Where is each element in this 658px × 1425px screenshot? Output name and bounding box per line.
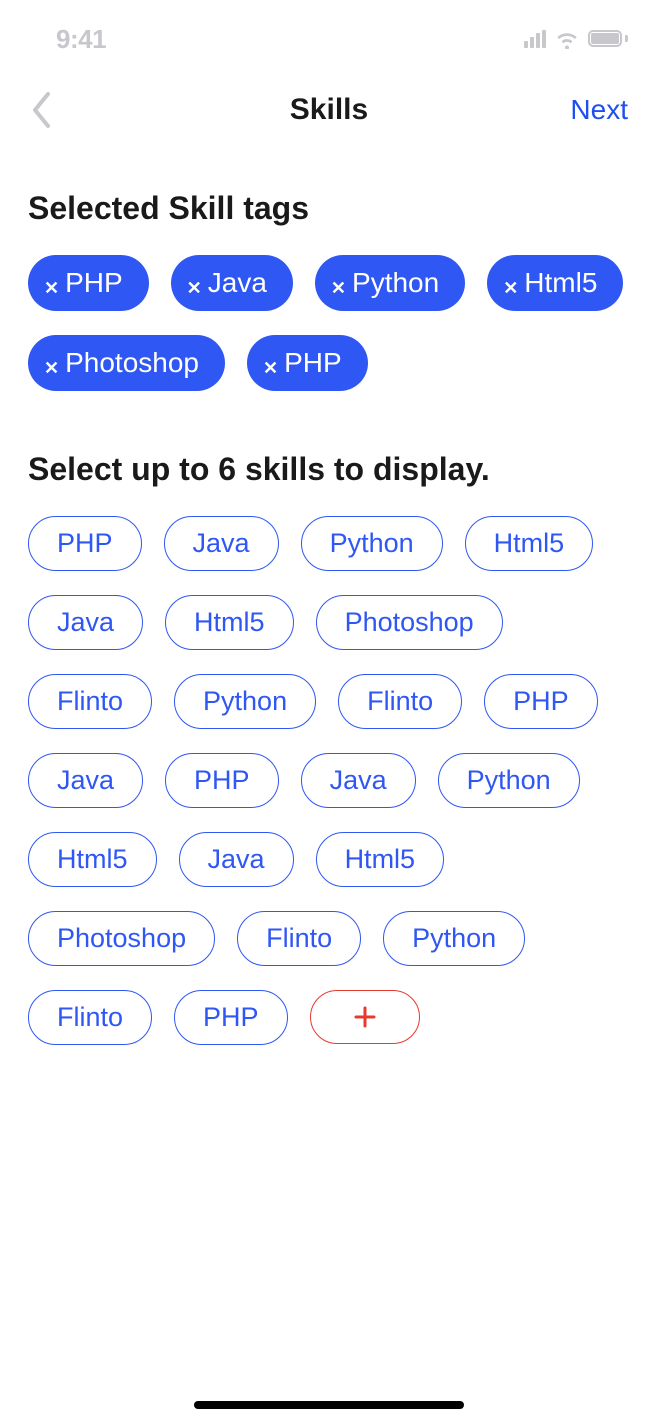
selected-skill-chip[interactable]: ✕ Java	[171, 255, 293, 311]
available-skill-chip[interactable]: Python	[383, 911, 525, 966]
available-skill-chip[interactable]: Java	[28, 595, 143, 650]
skill-chip-label: PHP	[284, 349, 342, 377]
available-skill-chip[interactable]: Flinto	[338, 674, 462, 729]
skill-chip-label: Python	[412, 925, 496, 952]
skill-chip-label: Java	[208, 269, 267, 297]
remove-icon: ✕	[44, 359, 59, 377]
skill-chip-label: PHP	[57, 530, 113, 557]
skill-chip-label: PHP	[65, 269, 123, 297]
available-skill-chip[interactable]: Java	[28, 753, 143, 808]
skill-chip-label: Python	[467, 767, 551, 794]
available-skill-chip[interactable]: Html5	[316, 832, 445, 887]
status-icons	[524, 29, 628, 49]
cellular-signal-icon	[524, 30, 546, 48]
available-skill-chip[interactable]: Java	[164, 516, 279, 571]
status-time: 9:41	[56, 24, 106, 55]
selected-skill-chip[interactable]: ✕ PHP	[247, 335, 368, 391]
skill-chip-label: PHP	[513, 688, 569, 715]
available-skill-chip[interactable]: Python	[174, 674, 316, 729]
selected-skills-list: ✕ PHP ✕ Java ✕ Python ✕ Html5 ✕ Photoshop ✕ PHP	[28, 255, 630, 391]
skill-chip-label: Html5	[494, 530, 565, 557]
remove-icon: ✕	[503, 279, 518, 297]
page-title: Skills	[290, 93, 368, 127]
skill-chip-label: Flinto	[367, 688, 433, 715]
status-bar: 9:41	[0, 0, 658, 60]
plus-icon	[354, 1006, 376, 1028]
selected-skill-chip[interactable]: ✕ Html5	[487, 255, 623, 311]
available-skill-chip[interactable]: Flinto	[237, 911, 361, 966]
wifi-icon	[554, 29, 580, 49]
skill-chip-label: PHP	[203, 1004, 259, 1031]
skill-chip-label: Flinto	[57, 688, 123, 715]
available-skill-chip[interactable]: Html5	[28, 832, 157, 887]
available-skill-chip[interactable]: PHP	[28, 516, 142, 571]
selected-skills-heading: Selected Skill tags	[28, 190, 630, 227]
available-skill-chip[interactable]: PHP	[174, 990, 288, 1045]
available-skill-chip[interactable]: Photoshop	[316, 595, 503, 650]
skill-chip-label: Photoshop	[57, 925, 186, 952]
selected-skill-chip[interactable]: ✕ Photoshop	[28, 335, 225, 391]
skill-chip-label: Java	[330, 767, 387, 794]
skill-chip-label: Flinto	[57, 1004, 123, 1031]
remove-icon: ✕	[44, 279, 59, 297]
available-skills-list: PHP Java Python Html5 Java Html5 Photoshop Flin…	[28, 516, 630, 1045]
skill-chip-label: Java	[57, 609, 114, 636]
available-skill-chip[interactable]: Html5	[465, 516, 594, 571]
available-skill-chip[interactable]: Flinto	[28, 990, 152, 1045]
skill-chip-label: Flinto	[266, 925, 332, 952]
available-skill-chip[interactable]: Html5	[165, 595, 294, 650]
available-skill-chip[interactable]: Flinto	[28, 674, 152, 729]
skill-chip-label: Photoshop	[345, 609, 474, 636]
skill-chip-label: PHP	[194, 767, 250, 794]
skill-chip-label: Java	[208, 846, 265, 873]
skill-chip-label: Photoshop	[65, 349, 199, 377]
selected-skill-chip[interactable]: ✕ Python	[315, 255, 465, 311]
remove-icon: ✕	[331, 279, 346, 297]
skill-chip-label: Python	[330, 530, 414, 557]
skill-chip-label: Java	[57, 767, 114, 794]
selected-skill-chip[interactable]: ✕ PHP	[28, 255, 149, 311]
available-skill-chip[interactable]: PHP	[165, 753, 279, 808]
skill-chip-label: Html5	[345, 846, 416, 873]
remove-icon: ✕	[263, 359, 278, 377]
available-skills-heading: Select up to 6 skills to display.	[28, 451, 630, 488]
skill-chip-label: Python	[352, 269, 439, 297]
available-skill-chip[interactable]: PHP	[484, 674, 598, 729]
nav-bar: Skills Next	[0, 60, 658, 150]
skill-chip-label: Html5	[524, 269, 597, 297]
home-indicator[interactable]	[194, 1401, 464, 1409]
available-skill-chip[interactable]: Python	[438, 753, 580, 808]
add-skill-button[interactable]	[310, 990, 420, 1044]
battery-icon	[588, 29, 628, 49]
skill-chip-label: Html5	[57, 846, 128, 873]
back-button[interactable]	[30, 90, 70, 130]
chevron-left-icon	[30, 91, 52, 129]
available-skill-chip[interactable]: Photoshop	[28, 911, 215, 966]
skill-chip-label: Python	[203, 688, 287, 715]
skill-chip-label: Html5	[194, 609, 265, 636]
next-button[interactable]: Next	[368, 94, 628, 126]
available-skill-chip[interactable]: Python	[301, 516, 443, 571]
available-skill-chip[interactable]: Java	[301, 753, 416, 808]
available-skill-chip[interactable]: Java	[179, 832, 294, 887]
remove-icon: ✕	[187, 279, 202, 297]
skill-chip-label: Java	[193, 530, 250, 557]
